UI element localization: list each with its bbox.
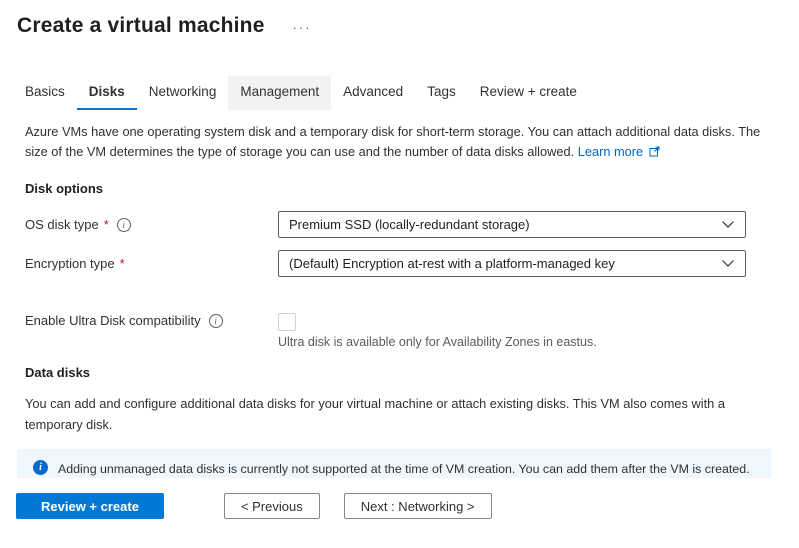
encryption-type-value: (Default) Encryption at-rest with a plat… — [289, 256, 615, 271]
disk-options-heading: Disk options — [25, 181, 771, 196]
banner-info-icon: i — [33, 460, 48, 475]
encryption-type-select[interactable]: (Default) Encryption at-rest with a plat… — [278, 250, 746, 277]
os-disk-type-label: OS disk type* i — [25, 217, 278, 232]
chevron-down-icon — [721, 256, 735, 271]
previous-button[interactable]: < Previous — [224, 493, 320, 519]
tab-disks[interactable]: Disks — [77, 76, 137, 110]
next-networking-button[interactable]: Next : Networking > — [344, 493, 492, 519]
ultra-disk-control: Ultra disk is available only for Availab… — [278, 313, 597, 349]
required-asterisk: * — [104, 217, 109, 232]
ultra-disk-label: Enable Ultra Disk compatibility i — [25, 313, 278, 328]
create-vm-page: Create a virtual machine ··· Basics Disk… — [0, 0, 799, 493]
tab-management[interactable]: Management — [228, 76, 331, 110]
review-create-button[interactable]: Review + create — [16, 493, 164, 519]
ultra-disk-helper-text: Ultra disk is available only for Availab… — [278, 335, 597, 349]
tab-review-create[interactable]: Review + create — [468, 76, 589, 110]
page-title: Create a virtual machine — [17, 14, 265, 38]
data-disks-heading: Data disks — [25, 365, 771, 380]
required-asterisk: * — [120, 256, 125, 271]
footer-bar: Review + create < Previous Next : Networ… — [0, 478, 799, 548]
os-disk-type-select[interactable]: Premium SSD (locally-redundant storage) — [278, 211, 746, 238]
data-disks-text: You can add and configure additional dat… — [25, 394, 777, 435]
more-options-button[interactable]: ··· — [293, 20, 312, 35]
tab-tags[interactable]: Tags — [415, 76, 468, 110]
info-icon[interactable]: i — [117, 218, 131, 232]
learn-more-link[interactable]: Learn more — [578, 144, 643, 159]
intro-paragraph: Azure VMs have one operating system disk… — [25, 122, 770, 163]
info-icon[interactable]: i — [209, 314, 223, 328]
encryption-type-row: Encryption type* (Default) Encryption at… — [25, 250, 771, 277]
external-link-icon — [649, 143, 660, 163]
tab-networking[interactable]: Networking — [137, 76, 229, 110]
tab-advanced[interactable]: Advanced — [331, 76, 415, 110]
page-header: Create a virtual machine ··· — [17, 14, 771, 38]
tab-basics[interactable]: Basics — [13, 76, 77, 110]
os-disk-type-row: OS disk type* i Premium SSD (locally-red… — [25, 211, 771, 238]
os-disk-type-value: Premium SSD (locally-redundant storage) — [289, 217, 530, 232]
ultra-disk-checkbox[interactable] — [278, 313, 296, 331]
tab-bar: Basics Disks Networking Management Advan… — [13, 76, 771, 110]
ultra-disk-row: Enable Ultra Disk compatibility i Ultra … — [25, 313, 771, 349]
encryption-type-label: Encryption type* — [25, 256, 278, 271]
chevron-down-icon — [721, 217, 735, 232]
